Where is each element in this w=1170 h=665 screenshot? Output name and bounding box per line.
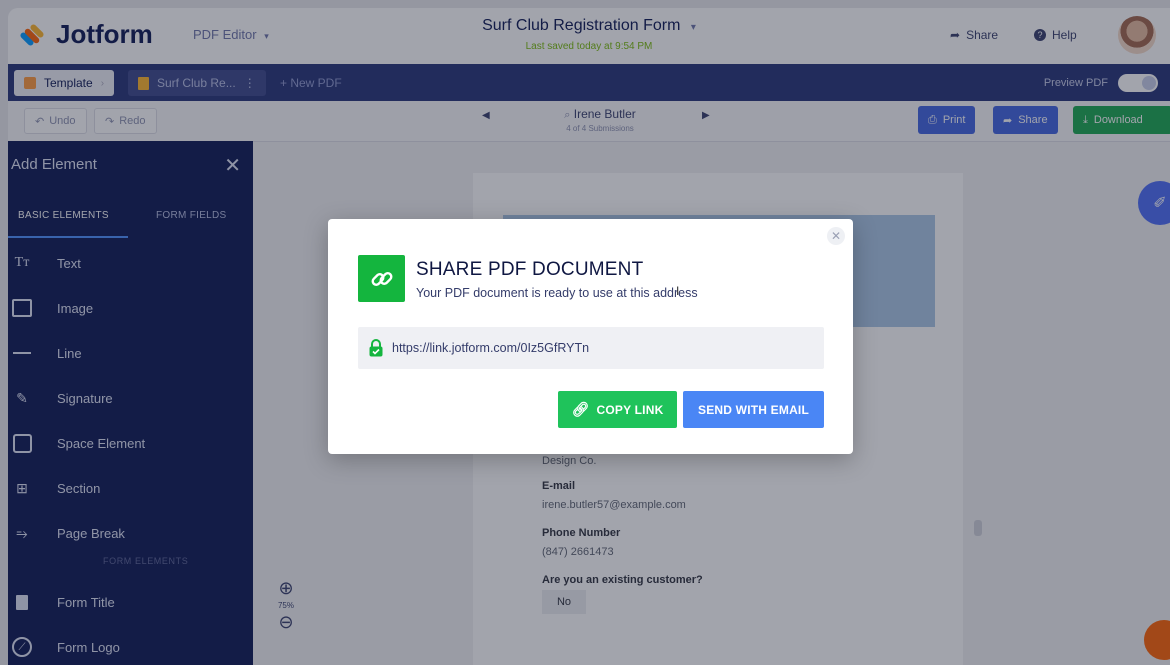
- mouse-cursor-icon: I: [676, 284, 680, 298]
- modal-subtitle: Your PDF document is ready to use at thi…: [416, 286, 698, 300]
- share-url-field[interactable]: https://link.jotform.com/0Iz5GfRYTn: [358, 327, 824, 369]
- close-icon[interactable]: ✕: [827, 227, 845, 245]
- modal-title: SHARE PDF DOCUMENT: [416, 259, 644, 280]
- send-with-email-button[interactable]: SEND WITH EMAIL: [683, 391, 824, 428]
- copy-link-label: COPY LINK: [596, 402, 664, 417]
- link-icon: 🔗︎: [571, 401, 590, 417]
- link-glyph: [371, 271, 392, 286]
- copy-link-button[interactable]: 🔗︎ COPY LINK: [558, 391, 677, 428]
- send-email-label: SEND WITH EMAIL: [698, 402, 809, 417]
- share-pdf-modal: ✕ SHARE PDF DOCUMENT Your PDF document i…: [328, 219, 853, 454]
- link-icon: [358, 255, 405, 302]
- lock-icon: [369, 339, 383, 357]
- share-url[interactable]: https://link.jotform.com/0Iz5GfRYTn: [392, 341, 589, 355]
